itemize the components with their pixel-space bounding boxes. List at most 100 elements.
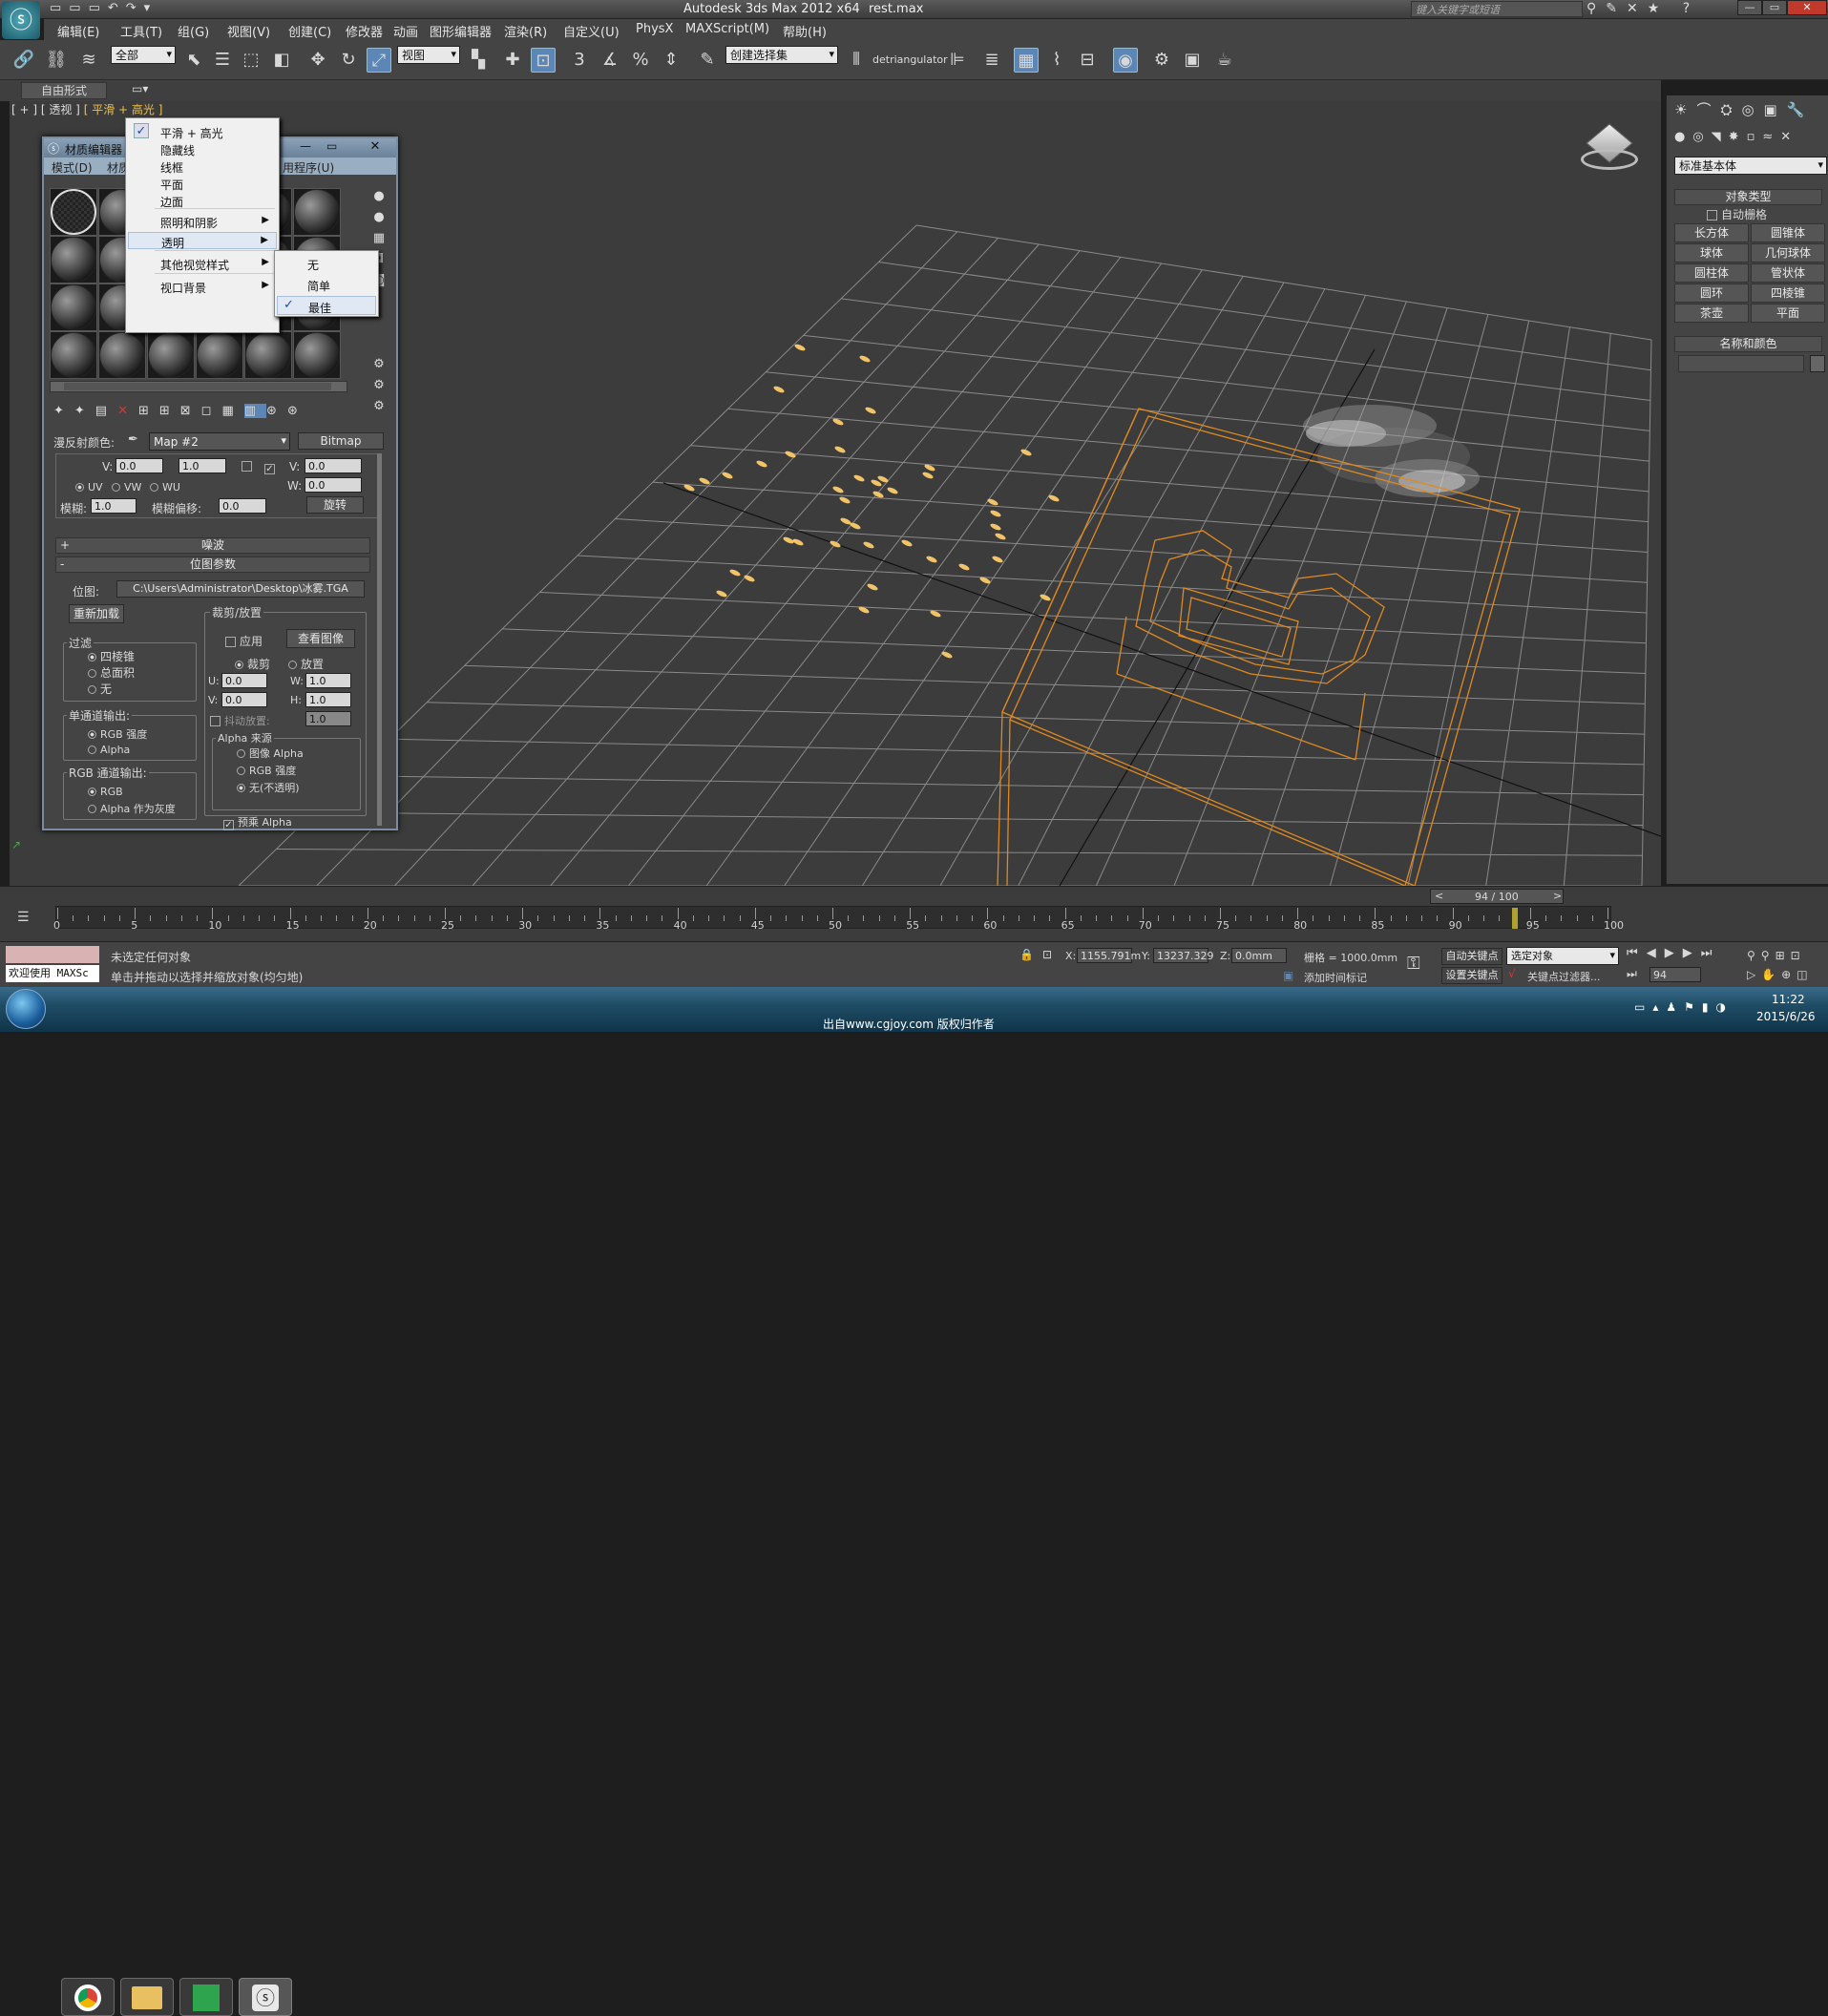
spinner-snap-icon[interactable]: ⇕ [659, 48, 683, 73]
eyedropper-icon[interactable]: ✒ [128, 432, 138, 447]
w-angle-spinner[interactable]: 0.0 [305, 477, 362, 493]
ribbon-options-icon[interactable]: ▭▾ [132, 82, 148, 95]
mated-menu-mode[interactable]: 模式(D) [52, 159, 93, 176]
snaps-toggle-icon[interactable]: 3 [567, 48, 592, 73]
menu-item-2[interactable]: 组(G) [178, 22, 209, 40]
mated-bottom-toolbar[interactable]: ✦✦▤✕⊞⊞⊠◻▦▥⊛⊛ [53, 404, 308, 418]
schematic-view-icon[interactable]: ⊟ [1075, 48, 1100, 73]
context-menu-item-1[interactable]: 隐藏线 [128, 140, 277, 158]
material-slot[interactable] [293, 331, 341, 379]
angle-snap-icon[interactable]: ∡ [598, 48, 622, 73]
context-menu-item-2[interactable]: 线框 [128, 158, 277, 175]
material-slot[interactable] [147, 331, 195, 379]
create-category-icons[interactable]: ●◎◥✸▫≈✕ [1674, 130, 1798, 144]
menu-item-9[interactable]: 自定义(U) [563, 22, 620, 40]
system-tray-icons[interactable]: ▭▴♟⚑▮◑ [1634, 1000, 1733, 1014]
v-offset-spinner[interactable]: 0.0 [116, 458, 163, 473]
vw-radio[interactable]: VW [112, 481, 141, 494]
material-editor-maximize-button[interactable]: ▭ [326, 139, 337, 153]
object-type-rollout[interactable]: 对象类型 [1674, 189, 1822, 205]
primitive-type-dropdown[interactable]: 标准基本体 [1674, 157, 1827, 175]
rgb-alpha-gray-radio[interactable]: Alpha 作为灰度 [88, 801, 176, 816]
context-menu-item-7[interactable]: 其他视觉样式 ▶ [128, 255, 277, 272]
blur-offset-spinner[interactable]: 0.0 [219, 498, 266, 514]
unlink-icon[interactable]: ⛓ [44, 48, 69, 73]
auto-key-selection-dropdown[interactable]: 选定对象 [1506, 947, 1619, 965]
explorer-taskbar-icon[interactable] [120, 1978, 174, 2016]
prev-frame-icon[interactable]: < [1435, 890, 1443, 902]
menu-item-8[interactable]: 渲染(R) [504, 22, 547, 40]
material-editor-minimize-button[interactable]: — [300, 139, 311, 153]
close-button[interactable]: ✕ [1787, 0, 1827, 15]
command-panel-tabs[interactable]: ☀⌒⛭◎▣🔧 [1674, 99, 1814, 119]
render-setup-icon[interactable]: ⚙ [1149, 48, 1174, 73]
rgb-rgb-radio[interactable]: RGB [88, 786, 123, 798]
wu-radio[interactable]: WU [150, 481, 180, 494]
time-slider[interactable]: < 94 / 100 > [1430, 889, 1564, 904]
playback-controls[interactable]: ⏮◀▶▶⏭ [1627, 946, 1720, 960]
object-type-button[interactable]: 茶壶 [1674, 304, 1749, 323]
keyboard-shortcut-override-icon[interactable]: ⊡ [531, 48, 556, 73]
sample-slot-scrollbar[interactable] [50, 381, 347, 392]
mirror-checkbox[interactable] [242, 459, 256, 472]
material-slot[interactable] [98, 331, 146, 379]
context-menu-item-4[interactable]: 边面 [128, 192, 277, 209]
context-menu-item-3[interactable]: 平面 [128, 175, 277, 192]
filter-pyramidal-radio[interactable]: 四棱锥 [88, 648, 135, 664]
material-slot[interactable] [244, 331, 292, 379]
plugin-label[interactable]: detriangulator [872, 53, 948, 66]
infocenter-icons[interactable]: ⚲✎✕★ ? [1586, 1, 1699, 16]
context-menu-item-0[interactable]: ✓ 平滑 + 高光 [128, 123, 277, 140]
menu-item-1[interactable]: 工具(T) [120, 22, 162, 40]
curve-editor-icon[interactable]: ⌇ [1044, 48, 1069, 73]
w-crop-spinner[interactable]: 1.0 [305, 673, 351, 688]
mated-menu-utilities[interactable]: 用程序(U) [283, 159, 334, 176]
reference-coord-dropdown[interactable]: 视图 [397, 46, 460, 64]
mono-alpha-radio[interactable]: Alpha [88, 744, 130, 756]
alpha-none-radio[interactable]: 无(不透明) [237, 780, 300, 795]
submenu-item-2[interactable]: ✓ 最佳 [277, 296, 376, 315]
v-crop-spinner[interactable]: 0.0 [221, 692, 267, 707]
move-icon[interactable]: ✥ [305, 48, 330, 73]
menu-item-5[interactable]: 修改器 [346, 22, 383, 40]
params-scrollbar[interactable] [377, 453, 382, 826]
lock-icon[interactable]: 🔒 [1019, 948, 1034, 961]
select-manipulate-icon[interactable]: ✚ [500, 48, 525, 73]
v-tiling-spinner[interactable]: 1.0 [179, 458, 226, 473]
mirror-icon[interactable]: ⫴ [844, 48, 869, 73]
set-key-icon[interactable]: √ [1508, 967, 1516, 980]
menu-item-11[interactable]: MAXScript(M) [685, 22, 769, 36]
object-type-button[interactable]: 几何球体 [1751, 243, 1825, 262]
u-spinner[interactable]: 0.0 [221, 673, 267, 688]
material-slot[interactable] [50, 188, 97, 236]
key-mode-icon[interactable]: ⏭ [1627, 967, 1637, 981]
material-slot[interactable] [50, 331, 97, 379]
jitter-checkbox[interactable]: 抖动放置: [210, 713, 270, 728]
bitmap-params-rollout[interactable]: - 位图参数 [55, 556, 370, 573]
graphite-toggle-icon[interactable]: ▦ [1014, 48, 1039, 73]
menu-item-7[interactable]: 图形编辑器 [430, 22, 492, 40]
select-object-icon[interactable]: ⬉ [181, 48, 206, 73]
alpha-image-radio[interactable]: 图像 Alpha [237, 746, 304, 761]
noise-rollout[interactable]: + 噪波 [55, 537, 370, 554]
app-logo-icon[interactable]: ⓢ [2, 1, 40, 39]
rendered-frame-icon[interactable]: ▣ [1180, 48, 1205, 73]
map-type-button[interactable]: Bitmap [298, 432, 384, 450]
object-type-button[interactable]: 圆锥体 [1751, 223, 1825, 242]
h-crop-spinner[interactable]: 1.0 [305, 692, 351, 707]
material-editor-close-button[interactable]: ✕ [359, 139, 391, 155]
percent-snap-icon[interactable]: % [628, 48, 653, 73]
selection-filter-dropdown[interactable]: 全部 [111, 46, 176, 64]
v-angle-spinner[interactable]: 0.0 [305, 458, 362, 473]
menu-item-3[interactable]: 视图(V) [227, 22, 270, 40]
search-input[interactable]: 键入关键字或短语 [1411, 1, 1583, 17]
ribbon-tab-freeform[interactable]: 自由形式 [21, 82, 107, 99]
viewport-nav-icons[interactable]: ⚲⚲⊞⊡ ▷✋⊕◫ [1747, 946, 1814, 984]
clock-time[interactable]: 11:22 [1772, 993, 1805, 1006]
add-time-tag[interactable]: 添加时间标记 [1304, 970, 1367, 985]
key-filters-button[interactable]: 关键点过滤器... [1527, 969, 1601, 984]
rotate-button[interactable]: 旋转 [306, 496, 364, 514]
edit-named-selection-icon[interactable]: ✎ [695, 48, 720, 73]
window-crossing-icon[interactable]: ◧ [269, 48, 294, 73]
rectangular-selection-icon[interactable]: ⬚ [239, 48, 263, 73]
